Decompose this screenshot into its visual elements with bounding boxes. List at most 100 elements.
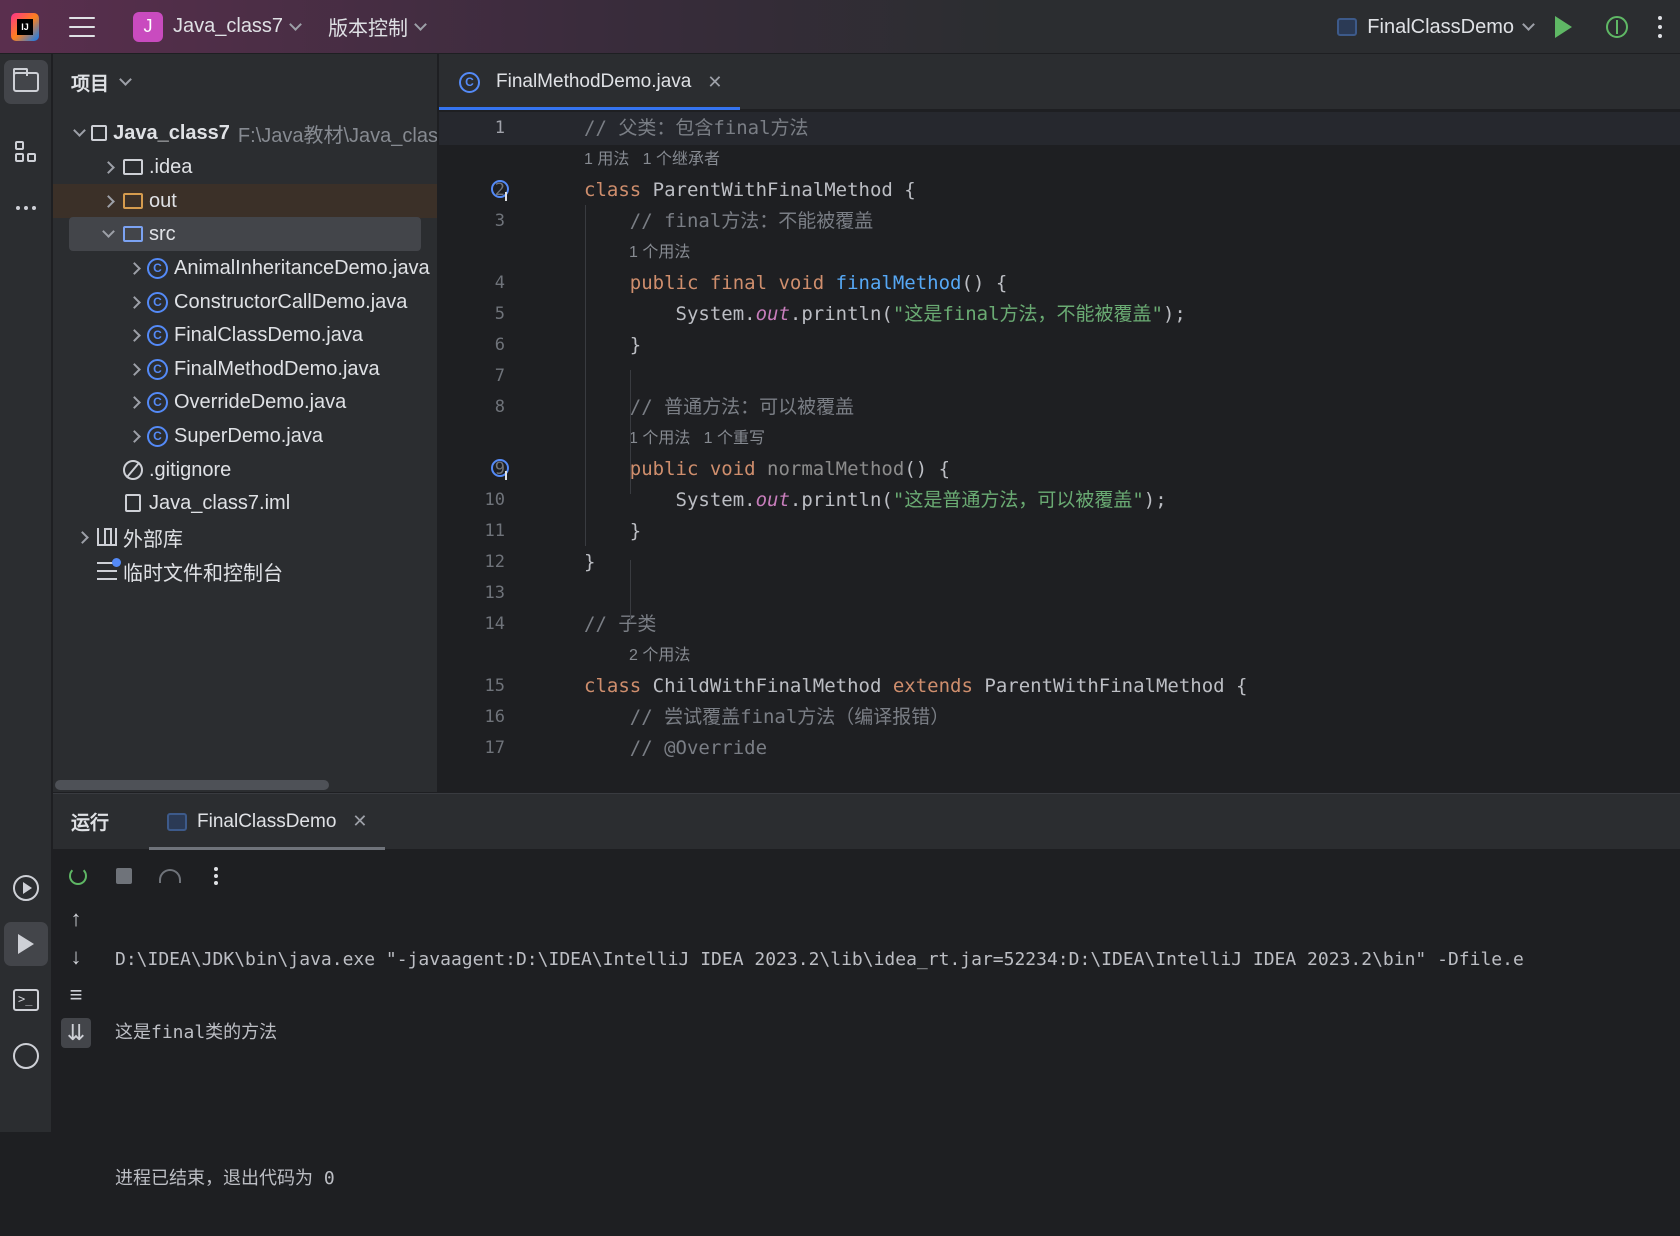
overridden-gutter-icon[interactable] xyxy=(491,180,509,201)
usage-hint[interactable]: 1 个用法 xyxy=(629,236,690,269)
code-line[interactable]: 6 } xyxy=(439,329,1680,362)
code-line[interactable]: 15 class ChildWithFinalMethod extends Par… xyxy=(439,670,1680,703)
run-config-selector[interactable]: FinalClassDemo xyxy=(1337,16,1535,39)
scroll-to-end-button[interactable]: ⇊ xyxy=(61,1018,91,1048)
debug-icon[interactable] xyxy=(1606,16,1628,38)
code-line[interactable]: 14 // 子类 xyxy=(439,608,1680,641)
line-number: 4 xyxy=(494,273,505,293)
tree-item-label: Java_class7 xyxy=(113,121,230,144)
tree-item-class[interactable]: C SuperDemo.java xyxy=(53,419,437,453)
run-tab-label: FinalClassDemo xyxy=(197,810,337,832)
project-tool-button[interactable] xyxy=(4,60,48,104)
profiler-button[interactable] xyxy=(155,861,185,891)
vcs-label: 版本控制 xyxy=(328,18,409,40)
tree-item-src[interactable]: src xyxy=(69,217,421,251)
code-line[interactable]: 13 xyxy=(439,577,1680,610)
close-icon[interactable]: ✕ xyxy=(707,72,722,93)
line-number: 8 xyxy=(494,397,505,417)
code-area[interactable]: 1 // 父类：包含final方法 1 用法 1 个继承者 2 class Parent… xyxy=(439,112,1680,792)
soft-wrap-button[interactable]: ≡ xyxy=(61,980,91,1010)
tree-item-class[interactable]: C FinalClassDemo.java xyxy=(53,318,437,352)
console-output[interactable]: D:\IDEA\JDK\bin\java.exe "-javaagent:D:\… xyxy=(115,902,1524,1236)
close-icon[interactable]: ✕ xyxy=(352,811,367,832)
console-line: D:\IDEA\JDK\bin\java.exe "-javaagent:D:\… xyxy=(115,949,1524,970)
inlay-hint-row[interactable]: 2 个用法 xyxy=(439,639,1680,672)
usage-hint[interactable]: 2 个用法 xyxy=(629,639,690,672)
code-text: // @Override xyxy=(629,737,768,759)
structure-tool-button[interactable] xyxy=(4,130,48,174)
code-line[interactable]: 12} xyxy=(439,546,1680,579)
services-tool-button[interactable] xyxy=(4,866,48,910)
class-icon: C xyxy=(459,71,480,93)
code-line[interactable]: 16 // 尝试覆盖final方法（编译报错） xyxy=(439,701,1680,734)
inlay-hint-row[interactable]: 1 用法 1 个继承者 xyxy=(439,143,1680,176)
stop-icon xyxy=(116,867,132,884)
code-line[interactable]: 9 public void normalMethod() { xyxy=(439,453,1680,486)
main-menu-icon[interactable] xyxy=(69,16,95,37)
tree-item-label: OverrideDemo.java xyxy=(174,390,347,413)
terminal-icon: >_ xyxy=(13,989,39,1011)
run-icon[interactable] xyxy=(1555,16,1572,38)
problems-tool-button[interactable] xyxy=(4,1034,48,1078)
code-line[interactable]: 3 // final方法：不能被覆盖 xyxy=(439,205,1680,238)
tree-item-idea[interactable]: .idea xyxy=(53,150,437,184)
intellij-logo-icon[interactable]: IJ xyxy=(11,12,39,41)
chevron-right-icon xyxy=(127,261,141,275)
console-side-toolbar: ↑ ↓ ≡ ⇊ xyxy=(53,904,99,1133)
horizontal-scrollbar[interactable] xyxy=(55,780,329,790)
scroll-up-button[interactable]: ↑ xyxy=(61,904,91,934)
code-line[interactable]: 8 // 普通方法：可以被覆盖 xyxy=(439,391,1680,424)
class-icon: C xyxy=(147,257,168,279)
inlay-hint-row[interactable]: 1 个用法 xyxy=(439,236,1680,269)
code-line[interactable]: 10 System.out.println("这是普通方法，可以被覆盖"); xyxy=(439,484,1680,517)
project-badge[interactable]: J xyxy=(133,11,163,42)
more-icon[interactable] xyxy=(1658,16,1662,38)
tree-item-class[interactable]: C ConstructorCallDemo.java xyxy=(53,285,437,319)
code-line[interactable]: 1 // 父类：包含final方法 xyxy=(439,112,1680,145)
tree-item-class[interactable]: C FinalMethodDemo.java xyxy=(53,352,437,386)
code-line[interactable]: 11 } xyxy=(439,515,1680,548)
usage-hint[interactable]: 1 用法 1 个继承者 xyxy=(584,143,720,176)
code-line[interactable]: 7 xyxy=(439,360,1680,393)
scroll-down-button[interactable]: ↓ xyxy=(61,942,91,972)
tree-item-class[interactable]: C OverrideDemo.java xyxy=(53,385,437,419)
chevron-right-icon xyxy=(101,194,115,208)
chevron-right-icon xyxy=(75,530,89,544)
tree-item-module[interactable]: Java_class7 F:\Java教材\Java_clas xyxy=(53,116,437,150)
tree-item-out[interactable]: out xyxy=(53,184,437,218)
tree-item-scratches[interactable]: 临时文件和控制台 xyxy=(53,554,437,588)
rerun-button[interactable] xyxy=(63,861,93,891)
code-line[interactable]: 17 // @Override xyxy=(439,732,1680,765)
run-more-button[interactable] xyxy=(201,861,231,891)
project-panel-header[interactable]: 项目 xyxy=(53,54,437,110)
class-icon: C xyxy=(147,358,168,380)
vcs-menu[interactable]: 版本控制 xyxy=(328,12,427,41)
inlay-hint-row[interactable]: 1 个用法 1 个重写 xyxy=(439,422,1680,455)
more-tools-button[interactable] xyxy=(4,186,48,230)
source-folder-icon xyxy=(123,226,143,242)
tree-item-gitignore[interactable]: .gitignore xyxy=(53,453,437,487)
folder-icon xyxy=(13,68,39,92)
tree-item-iml[interactable]: Java_class7.iml xyxy=(53,486,437,520)
run-tool-button[interactable] xyxy=(4,922,48,966)
tree-item-external-libraries[interactable]: 外部库 xyxy=(53,520,437,554)
project-name: Java_class7 xyxy=(173,15,284,37)
tab-run-config[interactable]: FinalClassDemo ✕ xyxy=(149,794,386,850)
code-line[interactable]: 4 public final void finalMethod() { xyxy=(439,267,1680,300)
chevron-right-icon xyxy=(127,429,141,443)
project-switcher[interactable]: Java_class7 xyxy=(173,15,302,38)
code-line[interactable]: 5 System.out.println("这是final方法，不能被覆盖"); xyxy=(439,298,1680,331)
arrow-down-icon: ↓ xyxy=(70,944,82,969)
terminal-tool-button[interactable]: >_ xyxy=(4,978,48,1022)
tab-final-method-demo[interactable]: C FinalMethodDemo.java ✕ xyxy=(439,54,741,110)
line-number: 1 xyxy=(494,118,505,138)
code-line[interactable]: 2 class ParentWithFinalMethod { xyxy=(439,174,1680,207)
code-text: } xyxy=(584,520,642,542)
chevron-right-icon xyxy=(127,328,141,342)
usage-hint[interactable]: 1 个用法 1 个重写 xyxy=(629,422,765,455)
overridden-gutter-icon[interactable] xyxy=(491,459,509,480)
structure-icon xyxy=(15,141,37,163)
tree-item-class[interactable]: C AnimalInheritanceDemo.java xyxy=(53,251,437,285)
stop-button[interactable] xyxy=(109,861,139,891)
